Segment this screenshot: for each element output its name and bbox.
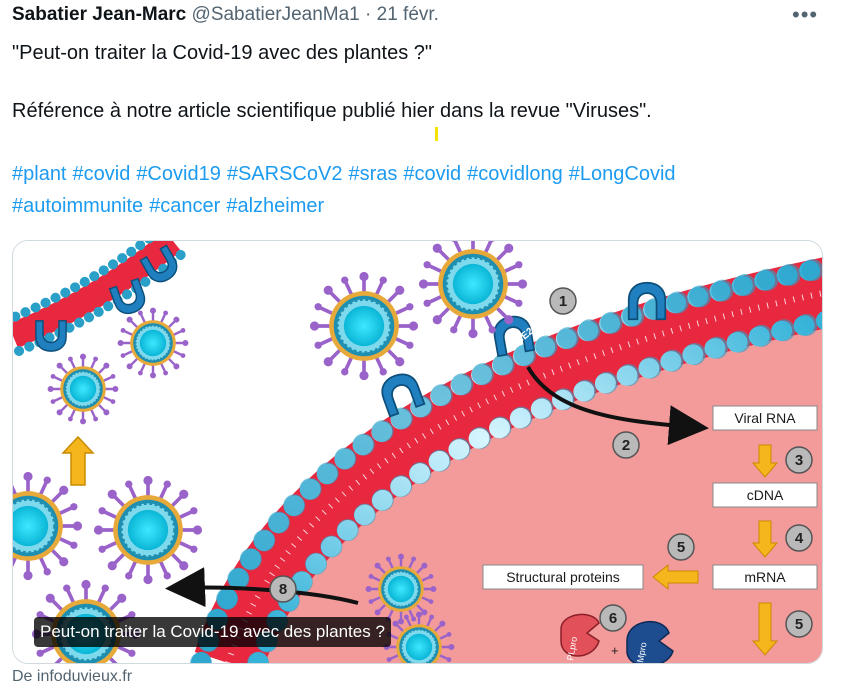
virus-particle-icon bbox=[47, 353, 119, 425]
hashtag-link[interactable]: #Covid19 bbox=[136, 163, 221, 185]
svg-text:3: 3 bbox=[795, 452, 803, 469]
author-handle[interactable]: @SabatierJeanMa1 bbox=[192, 4, 360, 25]
tweet-text-line-1: "Peut-on traiter la Covid-19 avec des pl… bbox=[12, 42, 432, 64]
hashtag-link[interactable]: #covid bbox=[73, 163, 131, 185]
hashtag-link[interactable]: #autoimmunite bbox=[12, 195, 143, 217]
svg-text:4: 4 bbox=[795, 530, 804, 547]
plus-sign: + bbox=[611, 643, 619, 658]
hashtag-link[interactable]: #sras bbox=[348, 163, 397, 185]
hashtag-link[interactable]: #plant bbox=[12, 163, 67, 185]
step-marker: 6 bbox=[599, 604, 627, 632]
mrna-label: mRNA bbox=[744, 569, 786, 585]
hashtag-link[interactable]: #SARSCoV2 bbox=[227, 163, 343, 185]
step-marker: 1 bbox=[549, 287, 577, 315]
covid-replication-diagram: ACE2 Viral RNA cDNA mRNA Structural prot… bbox=[13, 241, 822, 663]
text-cursor-marker bbox=[435, 127, 438, 141]
hashtag-link[interactable]: #covidlong bbox=[467, 163, 563, 185]
viral-rna-label: Viral RNA bbox=[734, 410, 796, 426]
hashtag-link[interactable]: #covid bbox=[403, 163, 461, 185]
svg-text:6: 6 bbox=[609, 610, 617, 627]
virus-particle-icon bbox=[117, 307, 189, 379]
hashtag-link[interactable]: #LongCovid bbox=[569, 163, 676, 185]
svg-text:8: 8 bbox=[279, 581, 287, 598]
card-source-link[interactable]: De infoduvieux.fr bbox=[12, 668, 132, 686]
step-marker: 5 bbox=[667, 533, 695, 561]
hashtag-row-1: #plant #covid #Covid19 #SARSCoV2 #sras #covid… bbox=[12, 161, 676, 187]
svg-text:5: 5 bbox=[795, 616, 803, 633]
hashtag-link[interactable]: #cancer bbox=[149, 195, 220, 217]
hashtag-link[interactable]: #alzheimer bbox=[226, 195, 324, 217]
more-options-icon[interactable]: ••• bbox=[792, 2, 818, 28]
svg-text:5: 5 bbox=[677, 539, 685, 556]
virus-particle-icon bbox=[93, 475, 203, 585]
card-caption: Peut-on traiter la Covid-19 avec des pla… bbox=[34, 617, 391, 647]
svg-text:2: 2 bbox=[622, 437, 630, 454]
tweet-header: Sabatier Jean-Marc @SabatierJeanMa1 · 21… bbox=[12, 2, 439, 28]
step-marker: 2 bbox=[612, 431, 640, 459]
virus-particle-icon bbox=[365, 553, 437, 625]
virus-particle-icon bbox=[309, 271, 419, 381]
step-marker: 4 bbox=[785, 524, 813, 552]
step-marker: 8 bbox=[269, 575, 297, 603]
link-preview-card[interactable]: ACE2 Viral RNA cDNA mRNA Structural prot… bbox=[12, 240, 823, 664]
step-marker: 5 bbox=[785, 610, 813, 638]
cdna-label: cDNA bbox=[747, 487, 784, 503]
tweet-date[interactable]: 21 févr. bbox=[377, 4, 439, 25]
step-marker: 3 bbox=[785, 446, 813, 474]
author-name[interactable]: Sabatier Jean-Marc bbox=[12, 4, 186, 25]
separator-dot: · bbox=[365, 4, 372, 25]
tweet-text-line-2: Référence à notre article scientifique p… bbox=[12, 100, 652, 122]
svg-text:1: 1 bbox=[559, 293, 567, 310]
structural-proteins-label: Structural proteins bbox=[506, 569, 620, 585]
hashtag-row-2: #autoimmunite #cancer #alzheimer bbox=[12, 193, 324, 219]
